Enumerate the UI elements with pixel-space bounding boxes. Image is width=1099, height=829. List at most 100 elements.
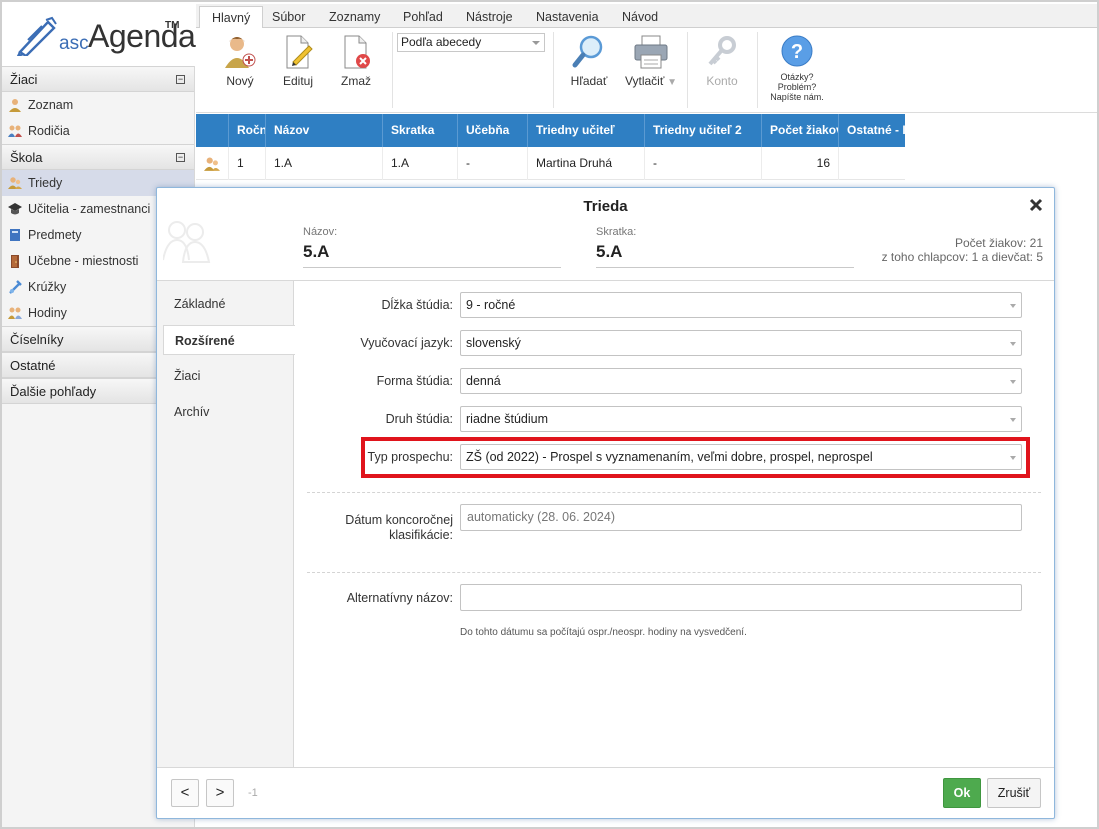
pen-logo-icon [16, 16, 57, 56]
table-header: Ročn Názov Skratka Učebňa Triedny učiteľ… [196, 114, 905, 147]
sidebar-item-label: Učebne - miestnosti [28, 254, 139, 268]
final-date-input[interactable]: automaticky (28. 06. 2024) [460, 504, 1022, 531]
column-header[interactable]: Ostatné - I [838, 114, 905, 147]
sidebar-section-ziaci[interactable]: Žiaci − [2, 66, 194, 92]
column-header[interactable]: Ročn [228, 114, 265, 147]
study-length-label: Dĺžka štúdia: [381, 298, 453, 312]
study-length-value: 9 - ročné [466, 298, 516, 312]
cancel-button[interactable]: Zrušiť [987, 778, 1041, 808]
ok-button[interactable]: Ok [943, 778, 981, 808]
book-icon [10, 229, 20, 241]
column-header[interactable]: Názov [265, 114, 382, 147]
sidebar-item-rodicia[interactable]: Rodičia [2, 118, 194, 144]
table-cell: - [457, 147, 527, 180]
study-form-select[interactable]: denná [460, 368, 1022, 394]
help-button[interactable]: ? Otázky? Problém? Napíšte nám. [765, 34, 829, 102]
search-icon [572, 35, 603, 68]
collapse-icon[interactable]: − [176, 153, 185, 162]
nav-archiv[interactable]: Archív [163, 397, 294, 427]
sort-select[interactable]: Podľa abecedy [397, 33, 545, 52]
print-button[interactable]: Vytlačiť ▼ [622, 34, 680, 88]
next-button[interactable]: > [206, 779, 234, 807]
find-button-label: Hľadať [570, 74, 608, 88]
menu-tab-bar: Hlavný Súbor Zoznamy Pohľad Nástroje Nas… [196, 4, 1097, 29]
class-icon [8, 177, 22, 189]
header-name-label: Názov: [303, 226, 338, 238]
chevron-down-icon [1010, 380, 1016, 384]
alt-name-input[interactable] [460, 584, 1022, 611]
nav-zakladne[interactable]: Základné [163, 289, 294, 319]
new-user-icon [225, 37, 256, 68]
lesson-icon [8, 307, 22, 319]
sidebar-item-label: Predmety [28, 228, 82, 242]
sidebar-item-label: Zoznam [28, 98, 74, 112]
sidebar-section-label: Škola [10, 150, 43, 165]
new-button[interactable]: Nový [220, 34, 260, 88]
delete-icon [344, 35, 370, 69]
language-select[interactable]: slovenský [460, 330, 1022, 356]
nav-rozsirene[interactable]: Rozšírené [163, 325, 295, 355]
divider [307, 572, 1041, 573]
sidebar-item-label: Hodiny [28, 306, 67, 320]
delete-button-label: Zmaž [341, 74, 371, 88]
chevron-down-icon [532, 41, 540, 45]
close-icon[interactable] [1028, 197, 1044, 213]
class-dialog: Trieda Názov: 5.A Skratka: 5.A Počet žia… [156, 187, 1055, 819]
header-name-field: Názov: 5.A [303, 226, 561, 268]
tab-nastavenia[interactable]: Nastavenia [524, 6, 611, 28]
graduation-cap-icon [8, 203, 22, 215]
edit-button[interactable]: Edituj [278, 34, 318, 88]
ribbon-separator [553, 32, 554, 108]
logo: asc Agenda TM [14, 12, 196, 60]
study-type-select[interactable]: riadne štúdium [460, 406, 1022, 432]
column-header[interactable]: Skratka [382, 114, 457, 147]
tab-navod[interactable]: Návod [610, 6, 670, 28]
chevron-down-icon [1010, 418, 1016, 422]
header-name-value: 5.A [303, 242, 330, 261]
ribbon-separator [757, 32, 758, 108]
table-row[interactable]: 1 1.A 1.A - Martina Druhá - 16 [196, 147, 905, 180]
account-button[interactable]: Konto [700, 34, 744, 88]
dropdown-arrow-icon[interactable]: ▼ [664, 77, 677, 88]
key-icon [708, 36, 736, 66]
prev-button[interactable]: < [171, 779, 199, 807]
help-line-1: Otázky? [780, 72, 814, 82]
divider [307, 492, 1041, 493]
edit-icon [286, 35, 313, 69]
table-cell [838, 147, 905, 180]
tab-zoznamy[interactable]: Zoznamy [317, 6, 392, 28]
sidebar-item-zoznam[interactable]: Zoznam [2, 92, 194, 118]
collapse-icon[interactable]: − [176, 75, 185, 84]
sidebar-item-label: Krúžky [28, 280, 67, 294]
sidebar-section-label: Žiaci [10, 72, 38, 87]
tab-hlavny[interactable]: Hlavný [199, 6, 264, 29]
classes-table: Ročn Názov Skratka Učebňa Triedny učiteľ… [196, 114, 905, 186]
print-button-label: Vytlačiť [624, 74, 665, 88]
delete-button[interactable]: Zmaž [336, 34, 376, 88]
student-count-total: Počet žiakov: 21 [954, 236, 1043, 250]
student-icon [9, 99, 21, 112]
account-button-label: Konto [706, 74, 738, 88]
tab-pohlad[interactable]: Pohľad [391, 6, 455, 28]
study-length-select[interactable]: 9 - ročné [460, 292, 1022, 318]
tab-nastroje[interactable]: Nástroje [454, 6, 525, 28]
nav-ziaci[interactable]: Žiaci [163, 361, 294, 391]
find-button[interactable]: Hľadať [566, 34, 612, 88]
group-icon [163, 221, 211, 263]
dialog-title: Trieda [583, 198, 628, 215]
help-line-2: Problém? [777, 82, 817, 92]
tab-subor[interactable]: Súbor [260, 6, 317, 28]
record-index: -1 [248, 787, 258, 799]
student-counts: Počet žiakov: 21 z toho chlapcov: 1 a di… [882, 236, 1043, 264]
column-header[interactable]: Počet žiakov [761, 114, 838, 147]
header-abbr-label: Skratka: [596, 226, 637, 238]
highlight-box [361, 437, 1030, 478]
column-header[interactable]: Učebňa [457, 114, 527, 147]
column-header[interactable]: Triedny učiteľ [527, 114, 644, 147]
header-abbr-value: 5.A [596, 242, 623, 261]
class-icon [204, 157, 220, 171]
column-header[interactable]: Triedny učiteľ 2 [644, 114, 761, 147]
dialog-body: Základné Rozšírené Žiaci Archív Dĺžka št… [157, 280, 1054, 768]
chevron-down-icon [1010, 304, 1016, 308]
sidebar-section-skola[interactable]: Škola − [2, 144, 194, 170]
